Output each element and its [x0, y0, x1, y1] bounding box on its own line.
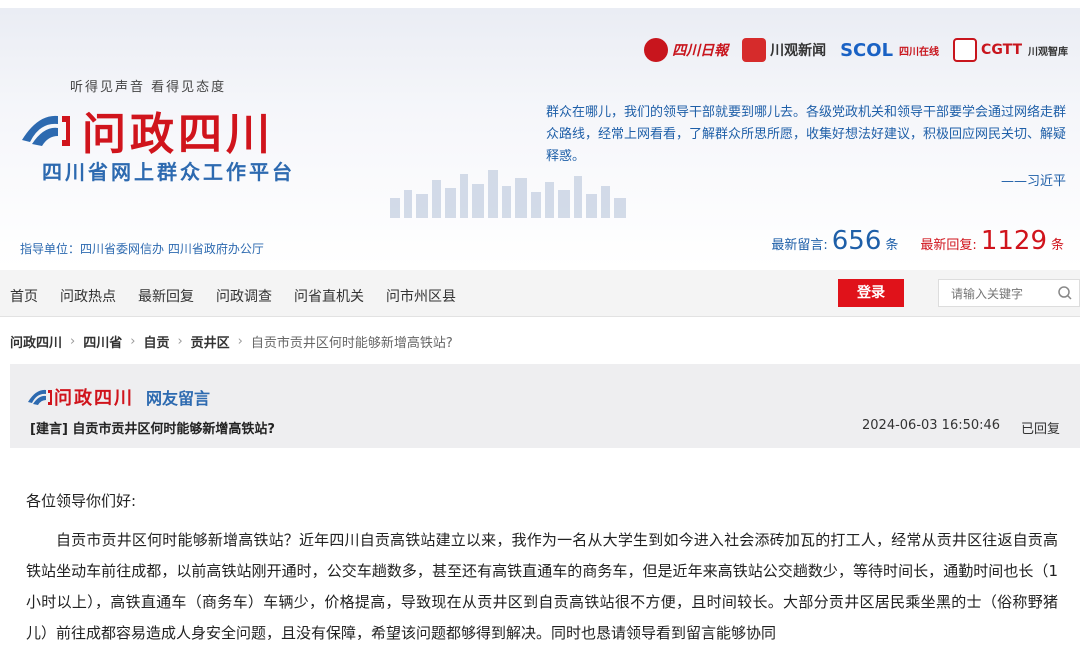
latest-reply-unit: 条: [1050, 238, 1064, 253]
message-title: [建言] 自贡市贡井区何时能够新增高铁站?: [30, 422, 275, 437]
message-header-panel: 问政四川 网友留言 [建言] 自贡市贡井区何时能够新增高铁站? 2024-06-…: [10, 364, 1080, 448]
breadcrumb-item[interactable]: 问政四川: [10, 332, 62, 351]
message-timestamp: 2024-06-03 16:50:46: [862, 418, 1001, 433]
latest-reply-count: 1129: [980, 226, 1047, 256]
nav-item-survey[interactable]: 问政调查: [216, 286, 272, 306]
site-slogan: 听得见声音 看得见态度: [70, 80, 227, 95]
latest-msg-count: 656: [831, 226, 882, 256]
guide-units: 指导单位：四川省委网信办 四川省政府办公厅: [20, 242, 264, 256]
leader-quote: 群众在哪儿，我们的领导干部就要到哪儿去。各级党政机关和领导干部要学会通过网络走群…: [546, 105, 1067, 164]
panel-section-label: 网友留言: [146, 389, 211, 408]
site-logo[interactable]: 问政四川: [18, 98, 274, 162]
nav-items: 首页 问政热点 最新回复 问政调查 问省直机关 问市州区县: [10, 286, 478, 306]
partner-chuanguan-news[interactable]: 川观新闻: [742, 38, 826, 62]
message-body: 各位领导你们好: 自贡市贡井区何时能够新增高铁站？近年四川自贡高铁站建立以来，我…: [26, 486, 1058, 649]
chevron-right-icon: ›: [177, 334, 183, 349]
breadcrumb-current: 自贡市贡井区何时能够新增高铁站?: [250, 336, 453, 351]
breadcrumb-item[interactable]: 四川省: [83, 332, 122, 351]
search-icon[interactable]: [1057, 285, 1073, 301]
nav-item-home[interactable]: 首页: [10, 286, 38, 306]
quote-author: ——习近平: [1000, 174, 1066, 189]
partner-logos: 四川日報 川观新闻 SCOL 四川在线 CGTT 川观智库: [644, 38, 1068, 62]
login-button[interactable]: 登录: [838, 279, 904, 307]
site-header: 四川日報 川观新闻 SCOL 四川在线 CGTT 川观智库 听得见声音 看得见态度 …: [0, 0, 1080, 268]
panel-logo: 问政四川 网友留言: [26, 384, 210, 410]
message-status: 已回复: [1021, 422, 1061, 437]
cgtt-logo-icon: [953, 38, 978, 62]
city-skyline-image: [390, 170, 626, 218]
partner-cgtt[interactable]: CGTT 川观智库: [953, 38, 1068, 62]
latest-reply-label: 最新回复:: [920, 238, 977, 253]
chevron-right-icon: ›: [237, 334, 243, 349]
chuanguan-logo-icon: [742, 38, 767, 62]
message-stats: 最新留言: 656 条 最新回复: 1129 条: [771, 226, 1064, 256]
latest-msg-label: 最新留言:: [771, 238, 828, 253]
partner-sichuan-daily[interactable]: 四川日報: [644, 38, 728, 62]
nav-item-hot[interactable]: 问政热点: [60, 286, 116, 306]
partner-scol[interactable]: SCOL 四川在线: [840, 40, 939, 61]
panel-logo-text: 问政四川: [54, 388, 134, 409]
nav-item-cities[interactable]: 问市州区县: [386, 286, 456, 306]
nav-item-latest-reply[interactable]: 最新回复: [138, 286, 194, 306]
search-input[interactable]: [949, 281, 1053, 307]
breadcrumb-item[interactable]: 自贡: [143, 332, 169, 351]
breadcrumb: 问政四川 › 四川省 › 自贡 › 贡井区 › 自贡市贡井区何时能够新增高铁站?: [10, 332, 453, 351]
chevron-right-icon: ›: [130, 334, 136, 349]
latest-msg-unit: 条: [885, 238, 899, 253]
message-greeting: 各位领导你们好:: [26, 492, 137, 510]
nav-item-provincial-depts[interactable]: 问省直机关: [294, 286, 364, 306]
chevron-right-icon: ›: [70, 334, 76, 349]
main-nav: 首页 问政热点 最新回复 问政调查 问省直机关 问市州区县: [0, 270, 1080, 317]
message-paragraph: 自贡市贡井区何时能够新增高铁站？近年四川自贡高铁站建立以来，我作为一名从大学生到…: [26, 531, 1058, 642]
top-strip: [0, 0, 1080, 8]
wenzheng-logo-icon: [28, 389, 52, 405]
site-title: 问政四川: [82, 109, 274, 160]
search-box: [938, 279, 1080, 307]
breadcrumb-item[interactable]: 贡井区: [191, 332, 230, 351]
site-subtitle: 四川省网上群众工作平台: [42, 160, 295, 184]
sichuan-daily-logo-icon: [644, 38, 669, 62]
wenzheng-logo-icon: [22, 115, 70, 146]
